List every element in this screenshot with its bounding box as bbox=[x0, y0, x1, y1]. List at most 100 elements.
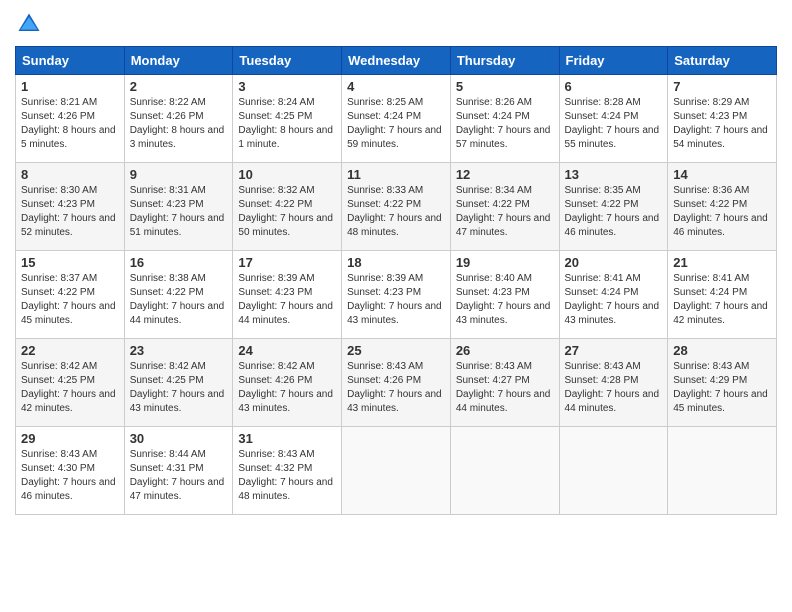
day-number: 13 bbox=[565, 167, 663, 182]
calendar-table: SundayMondayTuesdayWednesdayThursdayFrid… bbox=[15, 46, 777, 515]
calendar-cell: 13 Sunrise: 8:35 AMSunset: 4:22 PMDayligh… bbox=[559, 163, 668, 251]
cell-info: Sunrise: 8:28 AMSunset: 4:24 PMDaylight:… bbox=[565, 97, 660, 150]
cell-info: Sunrise: 8:21 AMSunset: 4:26 PMDaylight:… bbox=[21, 97, 116, 150]
day-number: 12 bbox=[456, 167, 554, 182]
cell-info: Sunrise: 8:37 AMSunset: 4:22 PMDaylight:… bbox=[21, 273, 116, 326]
calendar-cell: 11 Sunrise: 8:33 AMSunset: 4:22 PMDayligh… bbox=[342, 163, 451, 251]
cell-info: Sunrise: 8:44 AMSunset: 4:31 PMDaylight:… bbox=[130, 449, 225, 502]
calendar-cell bbox=[559, 427, 668, 515]
day-number: 6 bbox=[565, 79, 663, 94]
calendar-cell: 22Sunrise: 8:42 AMSunset: 4:25 PMDayligh… bbox=[16, 339, 125, 427]
calendar-cell: 8 Sunrise: 8:30 AMSunset: 4:23 PMDaylight… bbox=[16, 163, 125, 251]
calendar-cell: 27Sunrise: 8:43 AMSunset: 4:28 PMDayligh… bbox=[559, 339, 668, 427]
calendar-cell: 20 Sunrise: 8:41 AMSunset: 4:24 PMDayligh… bbox=[559, 251, 668, 339]
day-number: 29 bbox=[21, 431, 119, 446]
day-number: 24 bbox=[238, 343, 336, 358]
calendar-cell: 7Sunrise: 8:29 AMSunset: 4:23 PMDaylight… bbox=[668, 75, 777, 163]
cell-info: Sunrise: 8:43 AMSunset: 4:27 PMDaylight:… bbox=[456, 361, 551, 414]
calendar-cell: 29 Sunrise: 8:43 AMSunset: 4:30 PMDayligh… bbox=[16, 427, 125, 515]
cell-info: Sunrise: 8:40 AMSunset: 4:23 PMDaylight:… bbox=[456, 273, 551, 326]
day-number: 14 bbox=[673, 167, 771, 182]
day-number: 8 bbox=[21, 167, 119, 182]
cell-info: Sunrise: 8:25 AMSunset: 4:24 PMDaylight:… bbox=[347, 97, 442, 150]
day-number: 18 bbox=[347, 255, 445, 270]
cell-info: Sunrise: 8:39 AMSunset: 4:23 PMDaylight:… bbox=[347, 273, 442, 326]
cell-info: Sunrise: 8:41 AMSunset: 4:24 PMDaylight:… bbox=[673, 273, 768, 326]
day-number: 2 bbox=[130, 79, 228, 94]
calendar-cell: 16 Sunrise: 8:38 AMSunset: 4:22 PMDayligh… bbox=[124, 251, 233, 339]
calendar-cell: 4 Sunrise: 8:25 AMSunset: 4:24 PMDaylight… bbox=[342, 75, 451, 163]
cell-info: Sunrise: 8:35 AMSunset: 4:22 PMDaylight:… bbox=[565, 185, 660, 238]
calendar-cell: 17Sunrise: 8:39 AMSunset: 4:23 PMDayligh… bbox=[233, 251, 342, 339]
calendar-cell: 10Sunrise: 8:32 AMSunset: 4:22 PMDayligh… bbox=[233, 163, 342, 251]
calendar-cell bbox=[668, 427, 777, 515]
day-number: 3 bbox=[238, 79, 336, 94]
day-number: 15 bbox=[21, 255, 119, 270]
day-number: 11 bbox=[347, 167, 445, 182]
calendar-cell: 5Sunrise: 8:26 AMSunset: 4:24 PMDaylight… bbox=[450, 75, 559, 163]
cell-info: Sunrise: 8:24 AMSunset: 4:25 PMDaylight:… bbox=[238, 97, 333, 150]
cell-info: Sunrise: 8:33 AMSunset: 4:22 PMDaylight:… bbox=[347, 185, 442, 238]
cell-info: Sunrise: 8:26 AMSunset: 4:24 PMDaylight:… bbox=[456, 97, 551, 150]
calendar-cell: 25 Sunrise: 8:43 AMSunset: 4:26 PMDayligh… bbox=[342, 339, 451, 427]
calendar-cell: 1 Sunrise: 8:21 AMSunset: 4:26 PMDaylight… bbox=[16, 75, 125, 163]
day-number: 9 bbox=[130, 167, 228, 182]
cell-info: Sunrise: 8:29 AMSunset: 4:23 PMDaylight:… bbox=[673, 97, 768, 150]
calendar-cell: 30 Sunrise: 8:44 AMSunset: 4:31 PMDayligh… bbox=[124, 427, 233, 515]
cell-info: Sunrise: 8:38 AMSunset: 4:22 PMDaylight:… bbox=[130, 273, 225, 326]
day-number: 17 bbox=[238, 255, 336, 270]
calendar-cell: 14 Sunrise: 8:36 AMSunset: 4:22 PMDayligh… bbox=[668, 163, 777, 251]
calendar-cell: 23 Sunrise: 8:42 AMSunset: 4:25 PMDayligh… bbox=[124, 339, 233, 427]
calendar-cell: 31Sunrise: 8:43 AMSunset: 4:32 PMDayligh… bbox=[233, 427, 342, 515]
calendar-week-1: 1 Sunrise: 8:21 AMSunset: 4:26 PMDaylight… bbox=[16, 75, 777, 163]
day-number: 28 bbox=[673, 343, 771, 358]
day-number: 1 bbox=[21, 79, 119, 94]
day-number: 19 bbox=[456, 255, 554, 270]
day-number: 4 bbox=[347, 79, 445, 94]
cell-info: Sunrise: 8:42 AMSunset: 4:25 PMDaylight:… bbox=[21, 361, 116, 414]
calendar-cell: 26 Sunrise: 8:43 AMSunset: 4:27 PMDayligh… bbox=[450, 339, 559, 427]
calendar-cell: 9 Sunrise: 8:31 AMSunset: 4:23 PMDaylight… bbox=[124, 163, 233, 251]
cell-info: Sunrise: 8:42 AMSunset: 4:26 PMDaylight:… bbox=[238, 361, 333, 414]
day-header-monday: Monday bbox=[124, 47, 233, 75]
day-number: 30 bbox=[130, 431, 228, 446]
calendar-cell bbox=[450, 427, 559, 515]
day-number: 27 bbox=[565, 343, 663, 358]
calendar-cell: 15 Sunrise: 8:37 AMSunset: 4:22 PMDayligh… bbox=[16, 251, 125, 339]
calendar-week-5: 29 Sunrise: 8:43 AMSunset: 4:30 PMDayligh… bbox=[16, 427, 777, 515]
cell-info: Sunrise: 8:42 AMSunset: 4:25 PMDaylight:… bbox=[130, 361, 225, 414]
calendar-cell bbox=[342, 427, 451, 515]
day-header-tuesday: Tuesday bbox=[233, 47, 342, 75]
day-number: 20 bbox=[565, 255, 663, 270]
day-number: 31 bbox=[238, 431, 336, 446]
day-number: 26 bbox=[456, 343, 554, 358]
calendar-cell: 6 Sunrise: 8:28 AMSunset: 4:24 PMDaylight… bbox=[559, 75, 668, 163]
header bbox=[15, 10, 777, 38]
calendar-cell: 28 Sunrise: 8:43 AMSunset: 4:29 PMDayligh… bbox=[668, 339, 777, 427]
day-header-wednesday: Wednesday bbox=[342, 47, 451, 75]
cell-info: Sunrise: 8:34 AMSunset: 4:22 PMDaylight:… bbox=[456, 185, 551, 238]
cell-info: Sunrise: 8:43 AMSunset: 4:26 PMDaylight:… bbox=[347, 361, 442, 414]
logo-icon bbox=[15, 10, 43, 38]
calendar-cell: 19 Sunrise: 8:40 AMSunset: 4:23 PMDayligh… bbox=[450, 251, 559, 339]
cell-info: Sunrise: 8:22 AMSunset: 4:26 PMDaylight:… bbox=[130, 97, 225, 150]
cell-info: Sunrise: 8:30 AMSunset: 4:23 PMDaylight:… bbox=[21, 185, 116, 238]
cell-info: Sunrise: 8:43 AMSunset: 4:30 PMDaylight:… bbox=[21, 449, 116, 502]
cell-info: Sunrise: 8:36 AMSunset: 4:22 PMDaylight:… bbox=[673, 185, 768, 238]
cell-info: Sunrise: 8:43 AMSunset: 4:29 PMDaylight:… bbox=[673, 361, 768, 414]
day-header-thursday: Thursday bbox=[450, 47, 559, 75]
cell-info: Sunrise: 8:41 AMSunset: 4:24 PMDaylight:… bbox=[565, 273, 660, 326]
calendar-cell: 24 Sunrise: 8:42 AMSunset: 4:26 PMDayligh… bbox=[233, 339, 342, 427]
calendar-header-row: SundayMondayTuesdayWednesdayThursdayFrid… bbox=[16, 47, 777, 75]
calendar-cell: 12 Sunrise: 8:34 AMSunset: 4:22 PMDayligh… bbox=[450, 163, 559, 251]
day-header-friday: Friday bbox=[559, 47, 668, 75]
day-number: 25 bbox=[347, 343, 445, 358]
day-header-sunday: Sunday bbox=[16, 47, 125, 75]
cell-info: Sunrise: 8:31 AMSunset: 4:23 PMDaylight:… bbox=[130, 185, 225, 238]
day-number: 23 bbox=[130, 343, 228, 358]
calendar-cell: 3 Sunrise: 8:24 AMSunset: 4:25 PMDaylight… bbox=[233, 75, 342, 163]
day-number: 16 bbox=[130, 255, 228, 270]
calendar-week-2: 8 Sunrise: 8:30 AMSunset: 4:23 PMDaylight… bbox=[16, 163, 777, 251]
calendar-week-3: 15 Sunrise: 8:37 AMSunset: 4:22 PMDayligh… bbox=[16, 251, 777, 339]
day-header-saturday: Saturday bbox=[668, 47, 777, 75]
